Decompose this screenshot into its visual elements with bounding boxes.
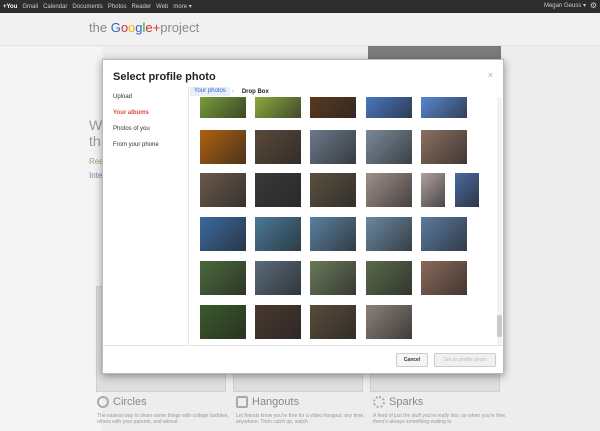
set-as-profile-photo-button[interactable]: Set as profile photo [434, 353, 496, 367]
feature-title: Sparks [389, 396, 424, 408]
cancel-button[interactable]: Cancel [396, 353, 428, 367]
photo-thumbnail[interactable] [454, 172, 480, 208]
photo-thumbnail[interactable] [254, 97, 302, 119]
sidebar-item-upload[interactable]: Upload [103, 89, 188, 105]
photo-thumbnail[interactable] [420, 129, 468, 165]
background-left-panel [0, 46, 102, 431]
photo-thumbnail[interactable] [420, 216, 468, 252]
breadcrumb: Your photos › Drop Box [190, 87, 502, 96]
photo-thumbnail[interactable] [365, 129, 413, 165]
feature-desc: Let friends know you're free for a video… [236, 413, 365, 425]
breadcrumb-drop-box: Drop Box [241, 88, 269, 95]
feature-title: Circles [113, 396, 147, 408]
sidebar-item-from-your-phone[interactable]: From your phone [103, 137, 188, 153]
sparks-icon [373, 396, 385, 408]
close-icon[interactable]: × [488, 70, 493, 80]
photo-thumbnail[interactable] [199, 172, 247, 208]
photo-thumbnail[interactable] [254, 172, 302, 208]
photo-thumbnail[interactable] [254, 129, 302, 165]
photo-thumbnail[interactable] [199, 97, 247, 119]
gbar-calendar[interactable]: Calendar [43, 4, 67, 10]
breadcrumb-your-photos[interactable]: Your photos [190, 87, 230, 96]
photo-thumbnail[interactable] [254, 216, 302, 252]
photo-thumbnail[interactable] [199, 260, 247, 296]
sidebar-item-photos-of-you[interactable]: Photos of you [103, 121, 188, 137]
feature-circles: Circles [97, 396, 147, 408]
sidebar-item-your-albums[interactable]: Your albums [103, 105, 188, 121]
page-header: the Google+project [0, 13, 600, 46]
photo-thumbnail[interactable] [309, 304, 357, 340]
user-menu[interactable]: Megan Geuss ▾ [544, 2, 586, 9]
feature-desc: A feed of just the stuff you're really i… [373, 413, 507, 425]
gbar-photos[interactable]: Photos [108, 4, 127, 10]
photo-thumbnail[interactable] [365, 260, 413, 296]
background-heading-fragment-2: th [89, 133, 101, 149]
photo-thumbnail[interactable] [309, 172, 357, 208]
gbar-documents[interactable]: Documents [72, 4, 102, 10]
photo-thumbnail[interactable] [254, 304, 302, 340]
gbar-gmail[interactable]: Gmail [22, 4, 38, 10]
dialog-footer: Cancel Set as profile photo [103, 345, 503, 374]
google-plus-project-logo[interactable]: the Google+project [89, 20, 199, 35]
photo-thumbnail[interactable] [199, 129, 247, 165]
background-heading-fragment: W [89, 117, 103, 133]
photo-thumbnail[interactable] [365, 304, 413, 340]
gbar-reader[interactable]: Reader [131, 4, 151, 10]
gear-icon[interactable]: ⚙ [590, 1, 597, 10]
photo-grid [190, 97, 496, 345]
photo-thumbnail[interactable] [420, 260, 468, 296]
photo-thumbnail[interactable] [199, 216, 247, 252]
gbar-plus-you[interactable]: +You [3, 4, 17, 10]
background-link-fragment[interactable]: Inte [89, 171, 102, 180]
photo-source-sidebar: Upload Your albums Photos of you From yo… [103, 87, 189, 345]
photo-thumbnail[interactable] [309, 97, 357, 119]
photo-thumbnail[interactable] [365, 97, 413, 119]
photo-thumbnail[interactable] [420, 97, 468, 119]
photo-grid-scrollbar[interactable] [497, 97, 502, 345]
feature-sparks: Sparks [373, 396, 423, 408]
gbar-web[interactable]: Web [156, 4, 168, 10]
dialog-title: Select profile photo [113, 71, 216, 83]
photo-thumbnail[interactable] [309, 129, 357, 165]
photo-thumbnail[interactable] [365, 172, 413, 208]
photo-thumbnail[interactable] [309, 260, 357, 296]
gbar-more[interactable]: more ▾ [173, 3, 191, 10]
photo-thumbnail[interactable] [254, 260, 302, 296]
feature-title: Hangouts [252, 396, 300, 408]
photo-thumbnail[interactable] [365, 216, 413, 252]
feature-hangouts: Hangouts [236, 396, 299, 408]
photo-thumbnail[interactable] [199, 304, 247, 340]
scrollbar-thumb[interactable] [497, 315, 502, 337]
photo-thumbnail[interactable] [309, 216, 357, 252]
select-profile-photo-dialog: Select profile photo × Upload Your album… [102, 59, 504, 374]
feature-desc: The easiest way to share some things wit… [97, 413, 229, 425]
google-bar-nav: +You Gmail Calendar Documents Photos Rea… [0, 3, 197, 11]
circles-icon [97, 396, 109, 408]
google-bar: +You Gmail Calendar Documents Photos Rea… [0, 0, 600, 13]
hangouts-icon [236, 396, 248, 408]
photo-thumbnail[interactable] [420, 172, 446, 208]
